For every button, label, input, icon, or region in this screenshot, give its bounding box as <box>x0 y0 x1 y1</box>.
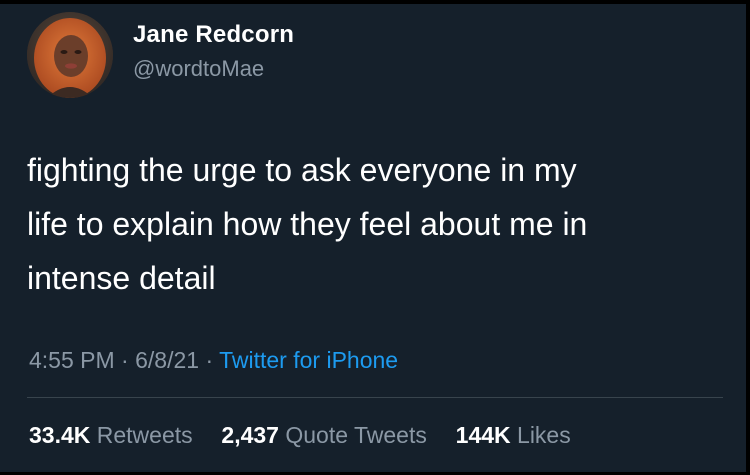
tweet-meta: 4:55 PM · 6/8/21 · Twitter for iPhone <box>29 347 398 374</box>
tweet-source-link[interactable]: Twitter for iPhone <box>219 347 398 373</box>
tweet-date[interactable]: 6/8/21 <box>135 347 199 373</box>
tweet-stats: 33.4K Retweets 2,437 Quote Tweets 144K L… <box>29 422 571 449</box>
quote-tweets-count: 2,437 <box>221 422 279 448</box>
tweet-time[interactable]: 4:55 PM <box>29 347 115 373</box>
tweet-text-line: intense detail <box>27 260 216 296</box>
tweet-card: Jane Redcorn @wordtoMae fighting the urg… <box>0 4 746 472</box>
avatar[interactable] <box>27 12 113 98</box>
retweets-label: Retweets <box>96 422 193 448</box>
display-name[interactable]: Jane Redcorn <box>133 21 294 49</box>
quote-tweets-stat[interactable]: 2,437 Quote Tweets <box>221 422 433 448</box>
likes-stat[interactable]: 144K Likes <box>456 422 571 448</box>
meta-separator: · <box>205 347 214 373</box>
likes-label: Likes <box>517 422 571 448</box>
retweets-stat[interactable]: 33.4K Retweets <box>29 422 199 448</box>
likes-count: 144K <box>455 422 511 448</box>
screenshot-frame: Jane Redcorn @wordtoMae fighting the urg… <box>0 0 750 475</box>
retweets-count: 33.4K <box>29 422 91 448</box>
quote-tweets-label: Quote Tweets <box>285 422 427 448</box>
tweet-text-line: life to explain how they feel about me i… <box>27 206 588 242</box>
tweet-text: fighting the urge to ask everyone in my … <box>27 143 717 305</box>
user-handle[interactable]: @wordtoMae <box>133 56 264 82</box>
meta-separator: · <box>121 347 129 373</box>
avatar-photo <box>27 12 113 98</box>
divider <box>27 397 723 398</box>
tweet-text-line: fighting the urge to ask everyone in my <box>27 152 577 188</box>
